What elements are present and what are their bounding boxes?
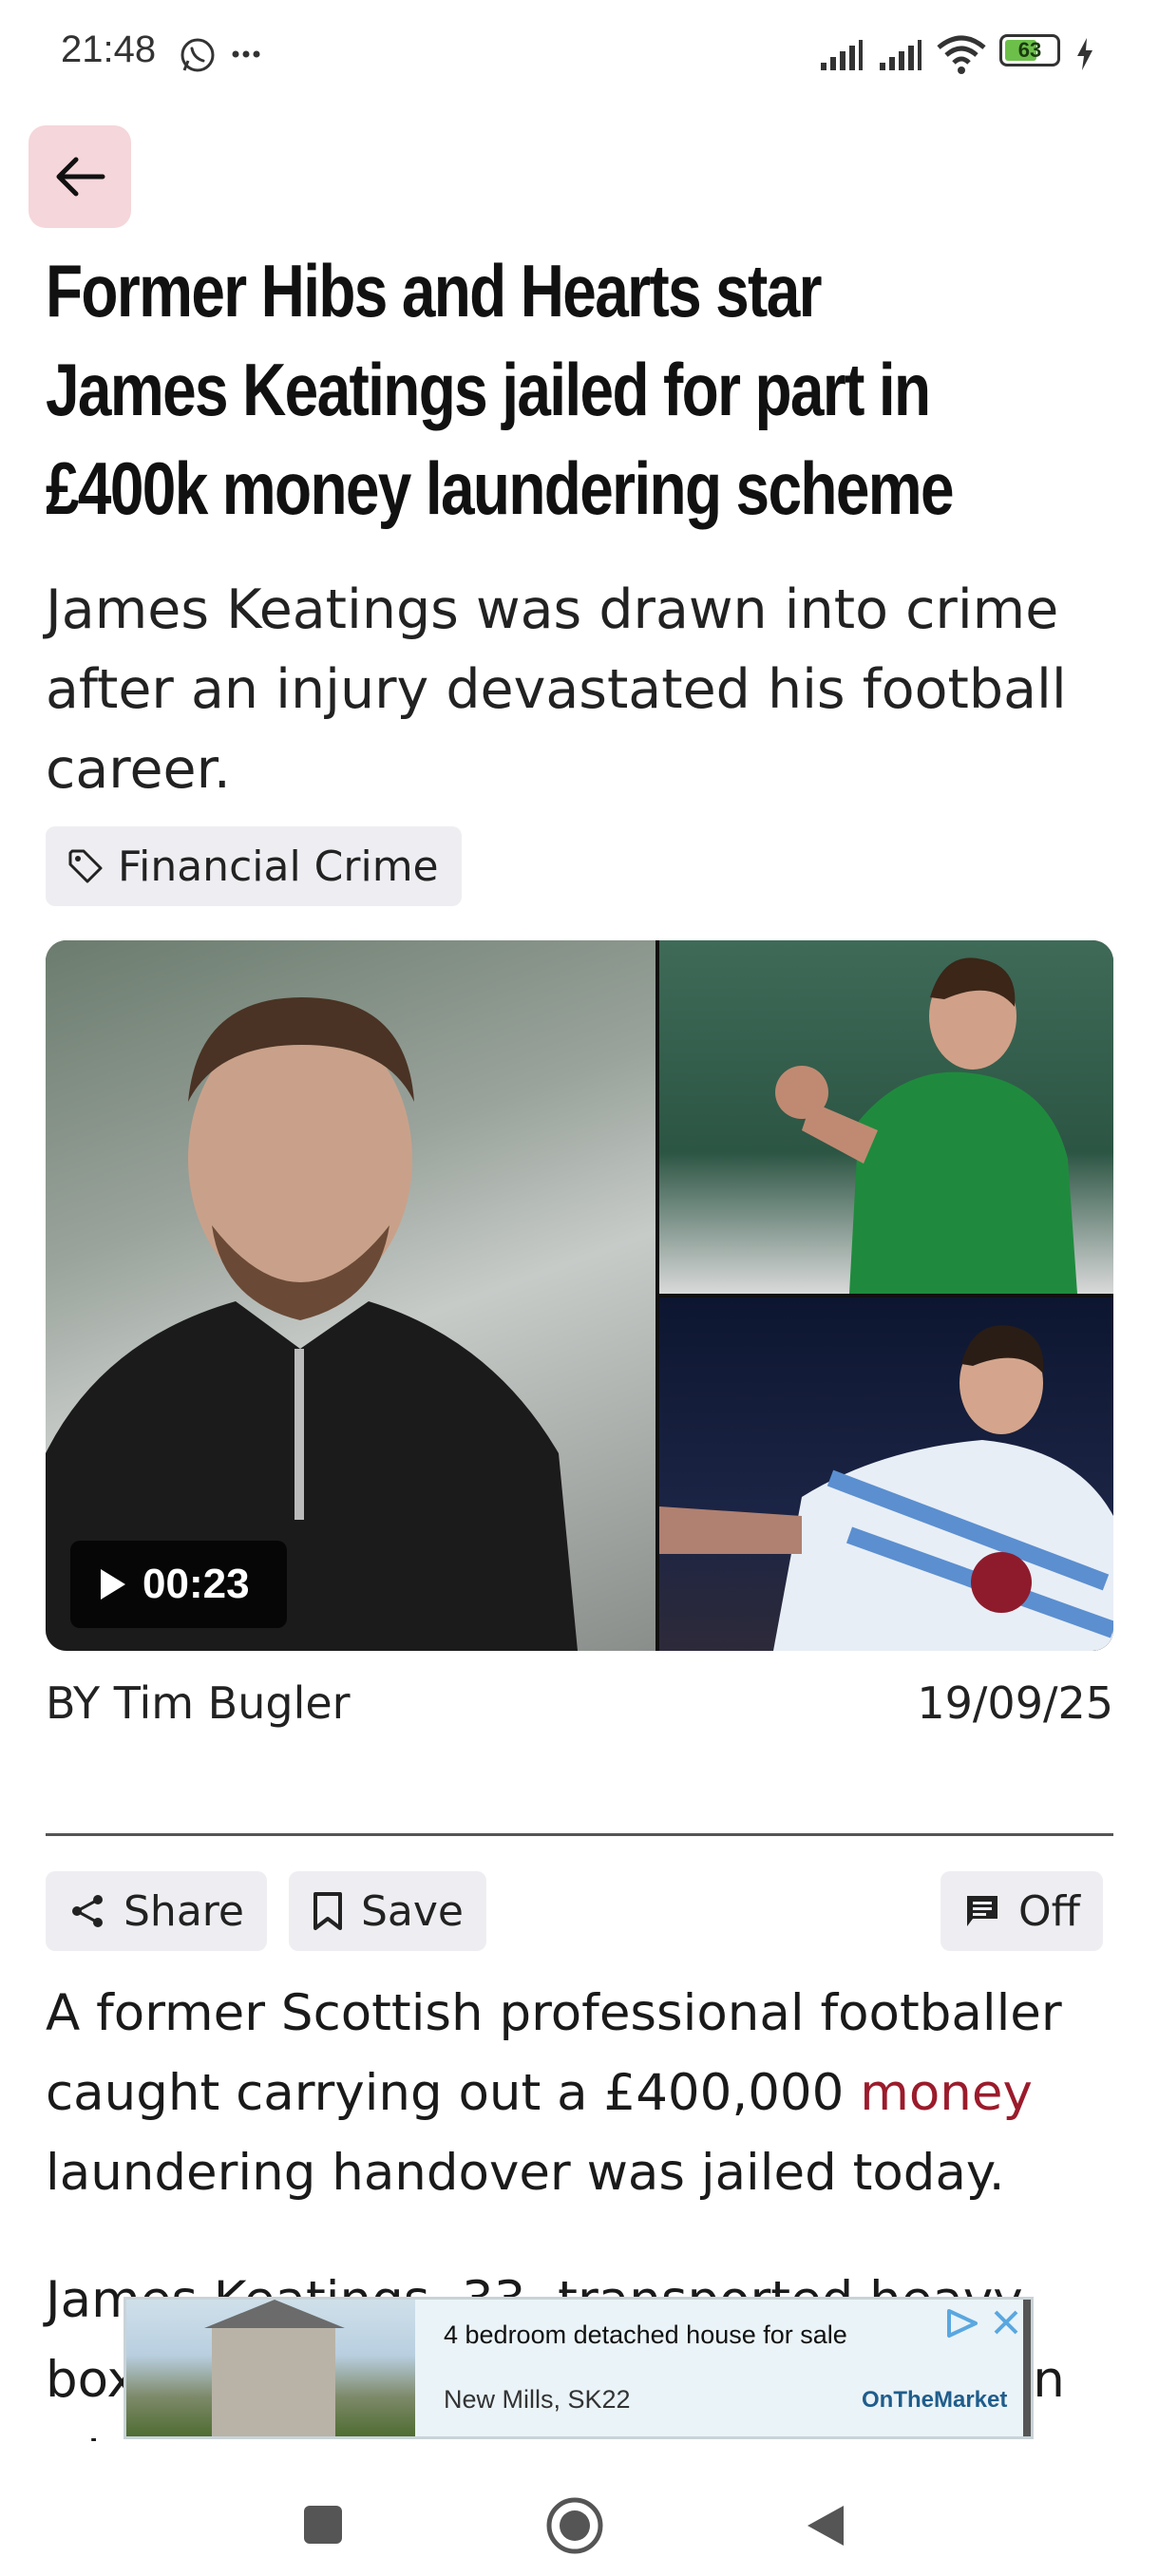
status-bar: 21:48 63	[0, 0, 1159, 104]
signal-icon	[821, 40, 863, 70]
ad-house-image	[126, 2300, 415, 2436]
nav-recents-icon[interactable]	[302, 2504, 344, 2546]
byline: BY Tim Bugler	[46, 1677, 351, 1729]
share-label: Share	[124, 1886, 244, 1936]
player-green-kit	[775, 957, 1077, 1294]
divider	[46, 1833, 1113, 1836]
status-time: 21:48	[61, 28, 157, 70]
comments-label: Off	[1018, 1886, 1080, 1936]
inline-topic-link[interactable]: money	[860, 2064, 1033, 2122]
article-headline: Former Hibs and Hearts star James Keatin…	[46, 241, 1136, 538]
paragraph-text: laundering handover was jailed today.	[46, 2144, 1005, 2202]
ad-banner[interactable]: 4 bedroom detached house for sale New Mi…	[124, 2297, 1034, 2439]
ad-title: 4 bedroom detached house for sale	[444, 2320, 847, 2349]
more-icon	[232, 50, 260, 58]
charging-icon	[1077, 38, 1092, 70]
publish-date: 19/09/25	[917, 1677, 1113, 1729]
tag-icon	[68, 849, 103, 883]
whatsapp-icon	[180, 38, 215, 72]
save-label: Save	[361, 1886, 465, 1936]
player-striped-kit	[659, 1325, 1113, 1651]
play-icon	[101, 1569, 125, 1600]
headline-line: Former Hibs and Hearts star	[46, 249, 823, 332]
close-icon[interactable]	[993, 2309, 1019, 2336]
comment-icon	[967, 1896, 998, 1926]
ad-brand: OnTheMarket	[862, 2387, 1008, 2413]
signal-icon	[880, 40, 922, 70]
article-video[interactable]: 00:23	[46, 940, 1113, 1651]
ad-house-facade	[212, 2328, 335, 2436]
battery-icon: 63	[999, 34, 1060, 66]
byline-prefix: BY	[46, 1677, 101, 1729]
bookmark-icon	[314, 1892, 342, 1930]
battery-text: 63	[1017, 38, 1042, 62]
tag-label: Financial Crime	[118, 842, 439, 891]
share-icon	[72, 1895, 103, 1927]
video-duration-badge[interactable]: 00:23	[70, 1541, 287, 1628]
article-standfirst: James Keatings was drawn into crime afte…	[46, 578, 1067, 801]
back-arrow-icon	[56, 157, 105, 197]
video-duration: 00:23	[142, 1561, 250, 1607]
ad-choices-icon[interactable]	[943, 2307, 981, 2339]
category-tag[interactable]: Financial Crime	[46, 826, 462, 906]
headline-line: James Keatings jailed for part in	[46, 348, 931, 431]
article-paragraph: A former Scottish professional footballe…	[46, 1974, 1113, 2213]
system-nav-bar	[0, 2470, 1159, 2576]
share-button[interactable]: Share	[46, 1871, 267, 1951]
author-name[interactable]: Tim Bugler	[114, 1677, 351, 1729]
ad-scrollbar	[1023, 2300, 1031, 2436]
save-button[interactable]: Save	[289, 1871, 487, 1951]
comments-toggle[interactable]: Off	[940, 1871, 1103, 1951]
wifi-icon	[937, 35, 986, 74]
ad-house-roof	[204, 2300, 345, 2328]
back-button[interactable]	[28, 125, 131, 228]
photo-hibs-celebration	[659, 940, 1113, 1294]
nav-home-icon[interactable]	[545, 2496, 604, 2555]
ad-location: New Mills, SK22	[444, 2385, 631, 2414]
headline-line: £400k money laundering scheme	[46, 446, 955, 530]
photo-hearts-celebration	[659, 1297, 1113, 1651]
nav-back-icon[interactable]	[804, 2502, 847, 2549]
